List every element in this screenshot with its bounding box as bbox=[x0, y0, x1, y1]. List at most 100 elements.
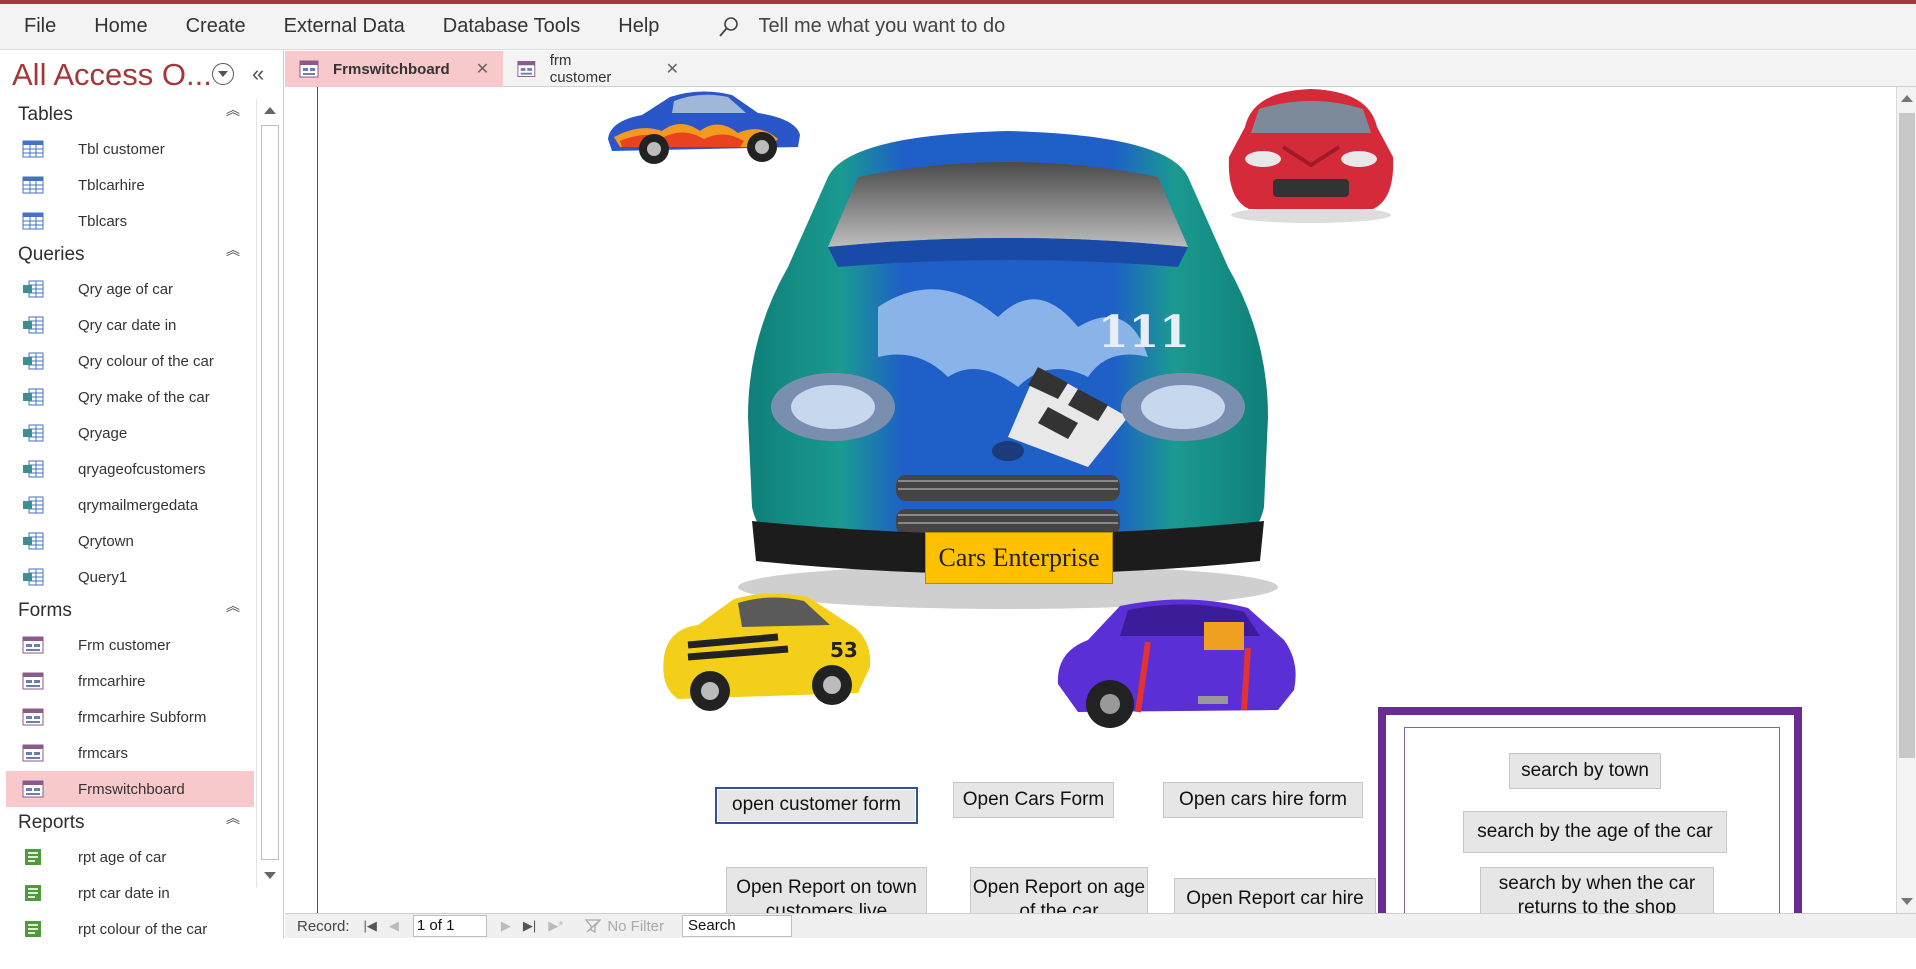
switchboard-form: 111 Cars Enterprise 53 open customer for… bbox=[288, 87, 1896, 913]
nav-item[interactable]: Qryage bbox=[6, 415, 254, 451]
query-icon bbox=[23, 388, 44, 406]
nav-item-label: frmcarhire Subform bbox=[78, 708, 207, 726]
tab-label: frm customer bbox=[549, 52, 612, 86]
nav-item[interactable]: rpt age of car bbox=[6, 839, 254, 875]
menu-external-data[interactable]: External Data bbox=[265, 15, 424, 38]
report-icon bbox=[25, 849, 41, 865]
menu-file[interactable]: File bbox=[0, 15, 75, 38]
nav-item-label: rpt car date in bbox=[78, 884, 170, 902]
scroll-down-arrow-icon[interactable] bbox=[264, 872, 276, 879]
report-icon bbox=[25, 921, 41, 937]
search-by-town-button[interactable]: search by town bbox=[1509, 753, 1661, 789]
open-report-town-button[interactable]: Open Report on town customers live bbox=[726, 867, 927, 913]
scroll-up-arrow-icon[interactable] bbox=[264, 107, 276, 114]
nav-group-forms[interactable]: Forms ︽ bbox=[6, 595, 254, 627]
menu-create[interactable]: Create bbox=[167, 15, 265, 38]
first-record-icon[interactable]: |◀ bbox=[364, 918, 377, 934]
form-icon bbox=[517, 61, 536, 77]
tell-me-text: Tell me what you want to do bbox=[758, 15, 1006, 37]
svg-text:111: 111 bbox=[1098, 307, 1190, 358]
nav-item-label: Qry colour of the car bbox=[78, 352, 214, 370]
menu-home[interactable]: Home bbox=[75, 15, 166, 38]
nav-item-label: qryageofcustomers bbox=[78, 460, 206, 478]
cars-enterprise-logo: Cars Enterprise bbox=[925, 532, 1113, 584]
nav-item[interactable]: frmcars bbox=[6, 735, 254, 771]
query-icon bbox=[23, 352, 44, 370]
collapse-group-icon[interactable]: ︽ bbox=[226, 243, 240, 257]
tell-me-search[interactable]: Tell me what you want to do bbox=[718, 15, 1005, 38]
search-by-return-button[interactable]: search by when the car returns to the sh… bbox=[1480, 867, 1714, 913]
nav-item-label: rpt age of car bbox=[78, 848, 167, 866]
nav-group-label: Reports bbox=[18, 812, 85, 833]
document-tab-bar: Frmswitchboard ✕ frm customer ✕ bbox=[285, 51, 1916, 87]
record-search-input[interactable]: Search bbox=[682, 915, 793, 937]
scroll-up-arrow-icon[interactable] bbox=[1901, 95, 1913, 102]
nav-item-label: Tblcarhire bbox=[78, 176, 145, 194]
close-tab-icon[interactable]: ✕ bbox=[476, 59, 489, 79]
nav-item[interactable]: Tblcarhire bbox=[6, 167, 254, 203]
next-record-icon[interactable]: ▶ bbox=[501, 918, 511, 934]
nav-item-label: Tblcars bbox=[78, 212, 128, 230]
open-report-age-button[interactable]: Open Report on age of the car bbox=[970, 867, 1148, 913]
nav-item[interactable]: Qry make of the car bbox=[6, 379, 254, 415]
nav-item[interactable]: qryageofcustomers bbox=[6, 451, 254, 487]
collapse-pane-icon[interactable]: « bbox=[252, 61, 264, 87]
nav-item[interactable]: Qry car date in bbox=[6, 307, 254, 343]
menu-database-tools[interactable]: Database Tools bbox=[424, 15, 600, 38]
search-by-age-button[interactable]: search by the age of the car bbox=[1463, 811, 1727, 853]
nav-menu-dropdown-icon[interactable] bbox=[212, 63, 234, 85]
collapse-group-icon[interactable]: ︽ bbox=[226, 103, 240, 117]
nav-item[interactable]: Qrytown bbox=[6, 523, 254, 559]
current-record-field[interactable]: 1 of 1 bbox=[412, 915, 487, 937]
nav-group-queries[interactable]: Queries ︽ bbox=[6, 239, 254, 271]
ribbon-menu-bar: File Home Create External Data Database … bbox=[0, 4, 1916, 50]
nav-item[interactable]: Tblcars bbox=[6, 203, 254, 239]
open-cars-form-button[interactable]: Open Cars Form bbox=[953, 782, 1114, 818]
nav-group-tables[interactable]: Tables ︽ bbox=[6, 99, 254, 131]
tab-frm-customer[interactable]: frm customer ✕ bbox=[503, 51, 679, 87]
open-report-car-hire-button[interactable]: Open Report car hire bbox=[1174, 878, 1376, 913]
new-record-icon[interactable]: ▶* bbox=[548, 918, 563, 934]
no-filter-toggle[interactable]: No Filter bbox=[585, 918, 664, 935]
nav-item[interactable]: frmcarhire bbox=[6, 663, 254, 699]
form-vertical-scrollbar[interactable] bbox=[1896, 87, 1916, 913]
scroll-down-arrow-icon[interactable] bbox=[1901, 898, 1913, 905]
yellow-car-image: 53 bbox=[663, 593, 871, 711]
nav-item[interactable]: Frm customer bbox=[6, 627, 254, 663]
form-icon bbox=[22, 708, 44, 726]
previous-record-icon[interactable]: ◀ bbox=[389, 918, 399, 934]
collapse-group-icon[interactable]: ︽ bbox=[226, 599, 240, 613]
open-customer-form-button[interactable]: open customer form bbox=[716, 788, 917, 823]
collapse-group-icon[interactable]: ︽ bbox=[226, 811, 240, 825]
no-filter-label: No Filter bbox=[607, 917, 665, 935]
nav-item[interactable]: Frmswitchboard bbox=[6, 771, 254, 807]
open-cars-hire-form-button[interactable]: Open cars hire form bbox=[1163, 782, 1363, 818]
record-navigation-bar: Record: |◀ ◀ 1 of 1 ▶ ▶| ▶* No Filter Se… bbox=[285, 913, 1916, 938]
nav-item[interactable]: frmcarhire Subform bbox=[6, 699, 254, 735]
close-tab-icon[interactable]: ✕ bbox=[666, 59, 679, 79]
menu-help[interactable]: Help bbox=[599, 15, 678, 38]
last-record-icon[interactable]: ▶| bbox=[523, 918, 536, 934]
nav-item[interactable]: Qry age of car bbox=[6, 271, 254, 307]
nav-item[interactable]: Query1 bbox=[6, 559, 254, 595]
tab-label: Frmswitchboard bbox=[333, 60, 450, 78]
nav-item[interactable]: rpt car date in bbox=[6, 875, 254, 911]
nav-item[interactable]: qrymailmergedata bbox=[6, 487, 254, 523]
nav-pane-title[interactable]: All Access O... bbox=[12, 57, 212, 93]
nav-item-label: frmcars bbox=[78, 744, 128, 762]
form-icon bbox=[22, 744, 44, 762]
nav-scrollbar[interactable] bbox=[256, 99, 282, 887]
query-icon bbox=[23, 316, 44, 334]
nav-item-label: Query1 bbox=[78, 568, 128, 586]
query-icon bbox=[23, 532, 44, 550]
nav-item[interactable]: Tbl customer bbox=[6, 131, 254, 167]
tab-frmswitchboard[interactable]: Frmswitchboard ✕ bbox=[285, 51, 503, 87]
query-icon bbox=[23, 460, 44, 478]
nav-item[interactable]: rpt colour of the car bbox=[6, 911, 254, 947]
nav-scroll-thumb[interactable] bbox=[261, 125, 279, 860]
nav-item[interactable]: Qry colour of the car bbox=[6, 343, 254, 379]
table-icon bbox=[22, 212, 44, 230]
nav-group-reports[interactable]: Reports ︽ bbox=[6, 807, 254, 839]
form-scroll-thumb[interactable] bbox=[1899, 113, 1915, 758]
form-icon bbox=[22, 780, 44, 798]
